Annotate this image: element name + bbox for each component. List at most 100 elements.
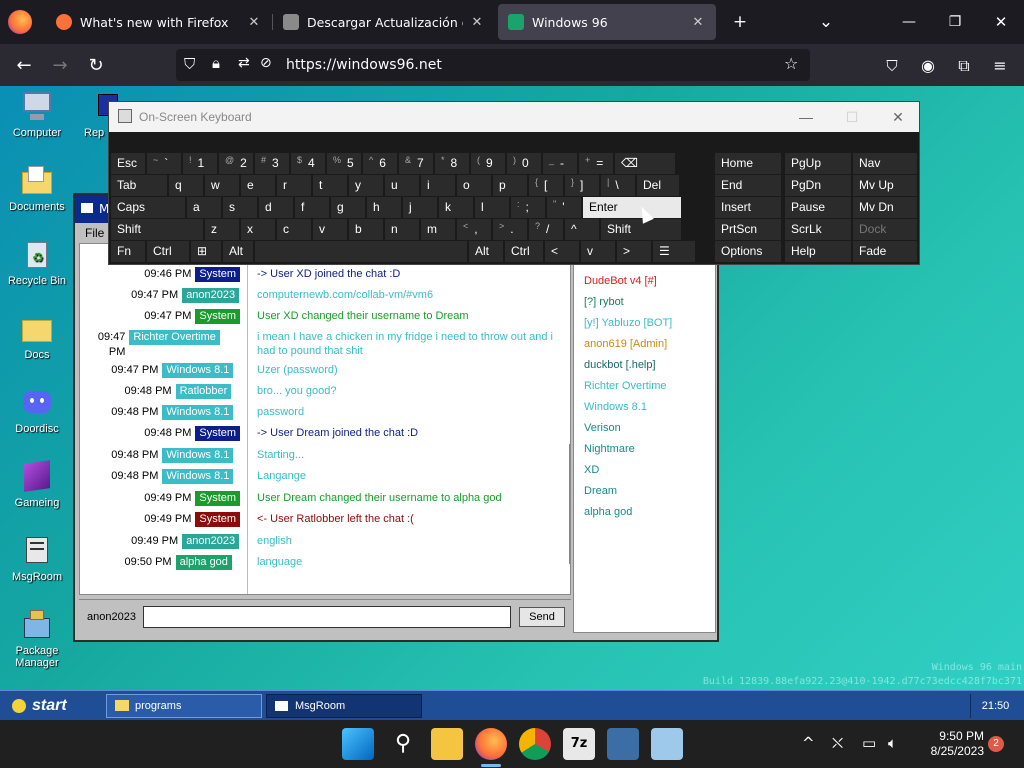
osk-key[interactable]: ~ ` [147,153,181,174]
terminal-icon[interactable] [607,728,639,760]
desktop-icon-doordisc[interactable]: Doordisc [4,386,70,435]
user-list-item[interactable]: [y!] Yabluzo [BOT] [584,317,672,329]
reload-icon[interactable]: ↻ [82,52,110,80]
osk-key[interactable]: k [439,197,473,218]
close-tab-icon[interactable]: ✕ [469,15,485,30]
message-author-badge[interactable]: anon2023 [182,534,240,549]
message-author-badge[interactable]: Windows 8.1 [162,363,234,378]
osk-key[interactable]: }] [565,175,599,196]
osk-key[interactable]: % 5 [327,153,361,174]
message-author-badge[interactable]: Ratlobber [175,384,232,399]
osk-key[interactable]: * 8 [435,153,469,174]
forward-icon[interactable]: → [46,52,74,80]
osk-key[interactable]: h [367,197,401,218]
osk-key[interactable]: >. [493,219,527,240]
desktop-icon-msgroom[interactable]: MsgRoom [4,534,70,583]
osk-key[interactable]: j [403,197,437,218]
message-input[interactable] [143,606,511,628]
osk-key[interactable]: Alt [223,241,253,262]
new-tab-button[interactable]: + [726,8,754,36]
osk-nav-key[interactable]: Help [785,241,851,262]
user-list[interactable]: anon2023DudeBot v4 [#][?] rybot[y!] Yabl… [573,243,716,633]
osk-key[interactable]: ! 1 [183,153,217,174]
osk-key[interactable]: ⌫ [615,153,675,174]
osk-nav-key[interactable]: Pause [785,197,851,218]
tab-windows96[interactable]: Windows 96 ✕ [498,4,716,40]
address-bar[interactable]: ⛉ 🔒︎ ⇄ ⊘ https://windows96.net ☆ [176,49,810,81]
osk-key[interactable]: < [545,241,579,262]
osk-key[interactable]: Tab [111,175,167,196]
osk-title-bar[interactable]: On-Screen Keyboard — ☐ ✕ [109,102,919,132]
osk-minimize-icon[interactable]: — [783,102,829,132]
send-button[interactable]: Send [519,607,565,627]
osk-key[interactable]: e [241,175,275,196]
show-hidden-icons-icon[interactable]: ^ [802,734,815,752]
osk-key[interactable]: b [349,219,383,240]
message-author-badge[interactable]: System [195,426,241,441]
osk-nav-key[interactable]: PrtScn [715,219,781,240]
osk-nav-key[interactable]: Insert [715,197,781,218]
message-author-badge[interactable]: System [195,491,241,506]
osk-key[interactable]: #3 [255,153,289,174]
osk-key[interactable]: $4 [291,153,325,174]
restore-icon[interactable]: ❐ [941,8,969,36]
osk-key[interactable]: + = [579,153,613,174]
osk-key[interactable]: Caps [111,197,185,218]
search-icon[interactable]: ⚲ [387,728,419,760]
osk-nav-key[interactable]: PgUp [785,153,851,174]
user-list-item[interactable]: [?] rybot [584,296,624,308]
osk-key[interactable]: q [169,175,203,196]
osk-key[interactable]: g [331,197,365,218]
desktop-icon-gameing[interactable]: Gameing [4,460,70,509]
user-list-item[interactable]: Windows 8.1 [584,401,647,413]
osk-key[interactable]: > [617,241,651,262]
osk-key[interactable]: Esc [111,153,145,174]
message-author-badge[interactable]: Richter Overtime [129,330,220,345]
firefox-view-icon[interactable] [8,10,32,34]
pocket-icon[interactable]: ⛉ [878,52,906,80]
lock-icon[interactable]: 🔒︎ [212,54,220,72]
extensions-icon[interactable]: ⧉ [950,52,978,80]
close-tab-icon[interactable]: ✕ [246,15,262,30]
account-icon[interactable]: ◉ [914,52,942,80]
message-author-badge[interactable]: Windows 8.1 [162,448,234,463]
user-list-item[interactable]: Nightmare [584,443,635,455]
osk-key[interactable]: _ - [543,153,577,174]
osk-key[interactable]: Fn [111,241,145,262]
osk-key[interactable]: y [349,175,383,196]
osk-nav-key[interactable]: End [715,175,781,196]
windows-start-icon[interactable] [342,728,374,760]
osk-key[interactable]: (9 [471,153,505,174]
taskbar-msgroom[interactable]: MsgRoom [266,694,422,718]
desktop-icon-package-manager[interactable]: Package Manager [4,608,70,669]
menu-file[interactable]: File [85,226,104,240]
user-list-item[interactable]: anon619 [Admin] [584,338,667,350]
osk-key[interactable]: t [313,175,347,196]
message-author-badge[interactable]: System [195,267,241,282]
osk-nav-key[interactable]: Fade [853,241,917,262]
minimize-icon[interactable]: — [895,8,923,36]
osk-key[interactable]: ? / [529,219,563,240]
osk-key[interactable]: p [493,175,527,196]
tab-descargar[interactable]: Descargar Actualización de segu ✕ [273,4,495,40]
message-author-badge[interactable]: alpha god [175,555,232,570]
notification-badge[interactable]: 2 [988,736,1004,752]
osk-key-enter[interactable]: Enter [583,197,681,218]
message-author-badge[interactable]: System [195,512,241,527]
osk-key[interactable]: a [187,197,221,218]
osk-key[interactable]: & 7 [399,153,433,174]
message-author-badge[interactable]: Windows 8.1 [162,405,234,420]
osk-key[interactable]: Ctrl [147,241,189,262]
osk-key[interactable]: c [277,219,311,240]
user-list-item[interactable]: XD [584,464,599,476]
osk-key[interactable]: ⊞ [191,241,221,262]
osk-maximize-icon[interactable]: ☐ [829,102,875,132]
osk-key[interactable]: x [241,219,275,240]
osk-key[interactable]: {[ [529,175,563,196]
chat-scrollbar[interactable] [569,444,570,564]
desktop-icon-recycle-bin[interactable]: ♻ Recycle Bin [4,238,70,287]
osk-key[interactable]: ☰ [653,241,695,262]
osk-key[interactable]: o [457,175,491,196]
user-list-item[interactable]: Verison [584,422,621,434]
osk-key[interactable]: ) 0 [507,153,541,174]
